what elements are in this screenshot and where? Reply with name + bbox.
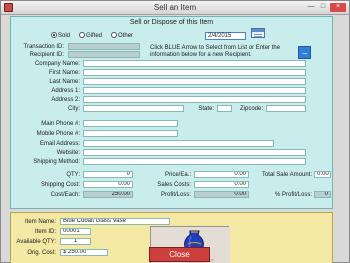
orig-cost-label: Orig. Cost: [27,250,56,256]
website-label: Website: [56,150,80,156]
shipping-method-field[interactable] [83,158,306,165]
available-qty-label: Available QTY: [16,239,56,245]
other-option[interactable]: Other [111,32,133,39]
shipping-cost-label: Shipping Cost: [40,182,80,188]
other-radio[interactable] [111,32,118,38]
sold-label: Sold [58,33,71,39]
address-2-label: Address 2: [51,97,80,103]
last-name-label: Last Name: [49,79,80,85]
close-button[interactable]: Close [149,247,210,262]
recipient-instruction: Click BLUE Arrow to Select from List or … [150,45,281,58]
state-field[interactable] [217,105,232,112]
percent-profit-loss-field: 0 [314,191,331,198]
calendar-icon[interactable] [251,28,265,38]
transaction-id-label: Transaction ID: [23,44,64,50]
item-id-field: 00001 [60,228,91,235]
main-phone-field[interactable] [83,120,178,127]
company-name-label: Company Name: [34,61,80,67]
zipcode-label: Zipcode: [239,106,263,112]
price-each-field[interactable]: 0.00 [194,171,249,178]
city-field[interactable] [83,105,184,112]
orig-cost-field: $ 250.00 [60,249,108,256]
title-bar: Sell an Item — □ × [1,1,349,15]
state-label: State: [198,106,214,112]
gifted-label: Gifted [86,33,103,39]
qty-label: QTY: [66,172,80,178]
item-name-label: Item Name: [24,219,56,225]
sale-form-panel: Sell or Dispose of this Item Sold Gifted… [10,16,333,209]
address-2-field[interactable] [83,96,306,103]
section-title: Sell or Dispose of this Item [129,19,214,26]
minimize-button[interactable]: — [306,3,316,12]
address-1-field[interactable] [83,87,306,94]
address-1-label: Address 1: [51,88,80,94]
available-qty-field: 1 [60,238,91,245]
qty-field[interactable]: 0 [83,171,133,178]
sell-item-window: Sell an Item — □ × Sell or Dispose of th… [0,0,350,263]
total-sale-amount-field: 0.00 [314,171,331,178]
cost-each-label: Cost/Each: [50,192,80,198]
item-id-label: Item ID: [34,229,56,235]
total-sale-amount-label: Total Sale Amount: [261,172,312,178]
first-name-field[interactable] [83,69,306,76]
maximize-button[interactable]: □ [318,3,328,12]
sale-date-field[interactable]: 2/4/2015 [205,32,246,40]
last-name-field[interactable] [83,78,306,85]
recipient-id-label: Recipient ID: [29,52,64,58]
percent-profit-loss-label: % Profit/Loss: [274,192,312,198]
transaction-id-field [68,43,140,50]
gifted-radio[interactable] [79,32,86,38]
sales-costs-field[interactable]: 0.00 [194,181,249,188]
profit-loss-field: 0.00 [194,191,249,198]
main-phone-label: Main Phone #: [41,121,80,127]
cost-each-field: 250.00 [83,191,133,198]
mobile-phone-label: Mobile Phone #: [36,131,80,137]
company-name-field[interactable] [83,60,306,67]
zipcode-field[interactable] [266,105,306,112]
close-window-button[interactable]: × [330,3,346,12]
email-label: Email Address: [39,141,80,147]
website-field[interactable] [83,149,306,156]
disposition-options: Sold Gifted Other [51,32,133,39]
sales-costs-label: Sales Costs: [157,182,191,188]
first-name-label: First Name: [48,70,80,76]
recipient-id-field [68,51,140,58]
gifted-option[interactable]: Gifted [79,32,102,39]
email-field[interactable] [83,140,274,147]
other-label: Other [118,33,134,39]
profit-loss-label: Profit/Loss: [160,192,191,198]
item-name-field: Blue Cobalt Glass Vase [60,218,170,225]
city-label: City: [68,106,80,112]
shipping-method-label: Shipping Method: [33,159,80,165]
shipping-cost-field[interactable]: 0.00 [83,181,133,188]
sold-option[interactable]: Sold [51,32,70,39]
mobile-phone-field[interactable] [83,130,178,137]
price-each-label: Price/Ea.: [164,172,191,178]
sold-radio[interactable] [51,32,57,38]
blue-arrow-icon[interactable]: → [298,46,311,59]
window-title: Sell an Item [153,3,197,12]
